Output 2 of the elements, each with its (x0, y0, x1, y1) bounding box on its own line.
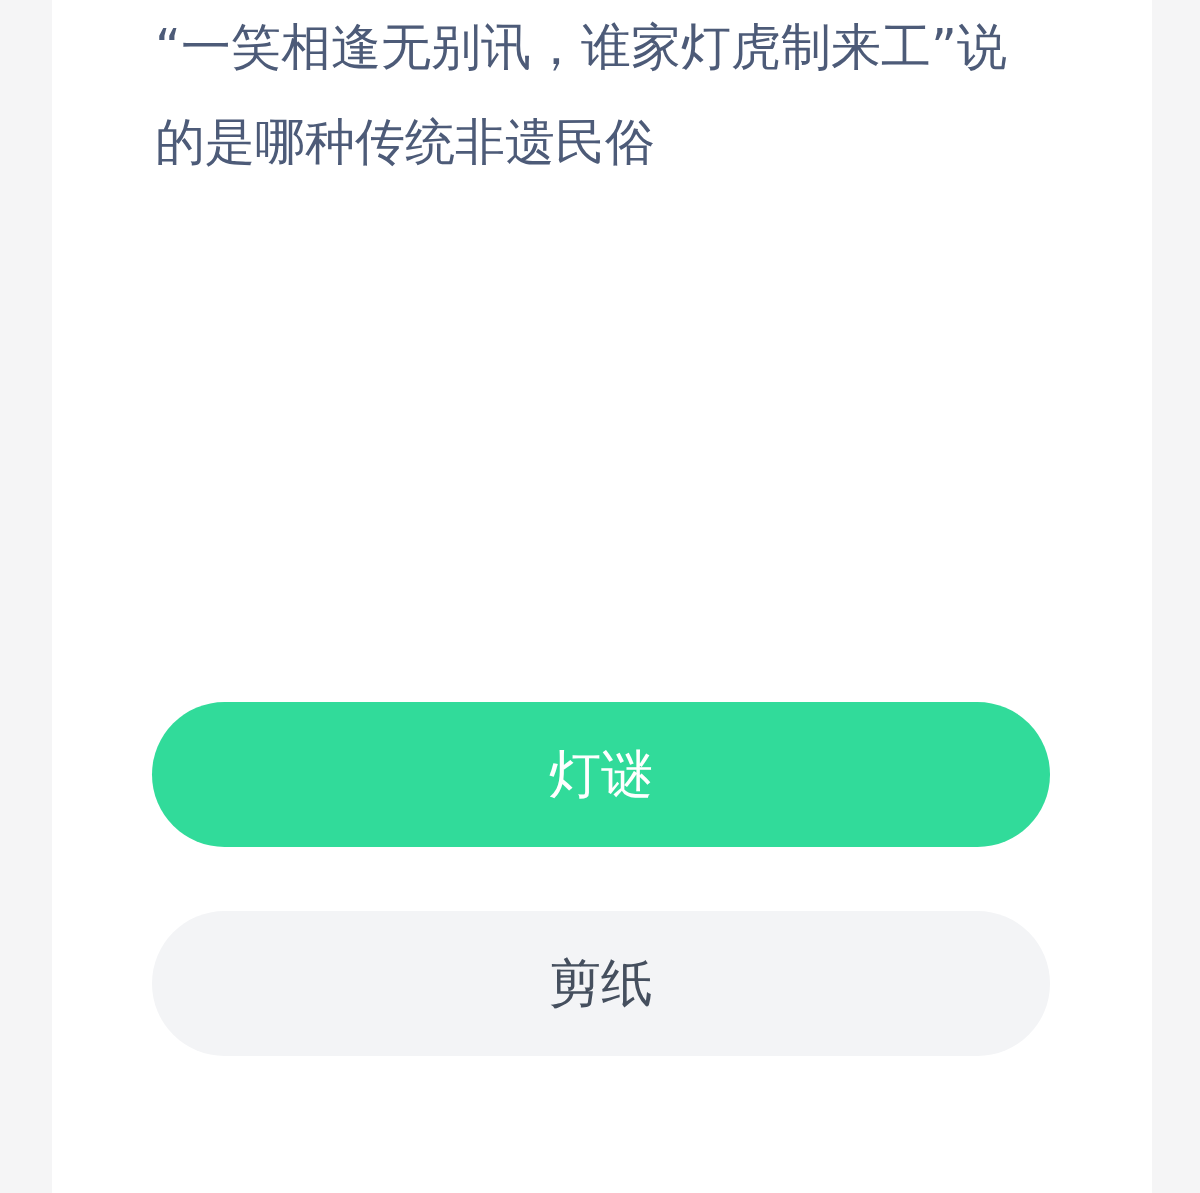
answer-option[interactable]: 剪纸 (152, 911, 1050, 1056)
question-text: “一笑相逢无别讯，谁家灯虎制来工”说的是哪种传统非遗民俗 (155, 17, 1008, 173)
